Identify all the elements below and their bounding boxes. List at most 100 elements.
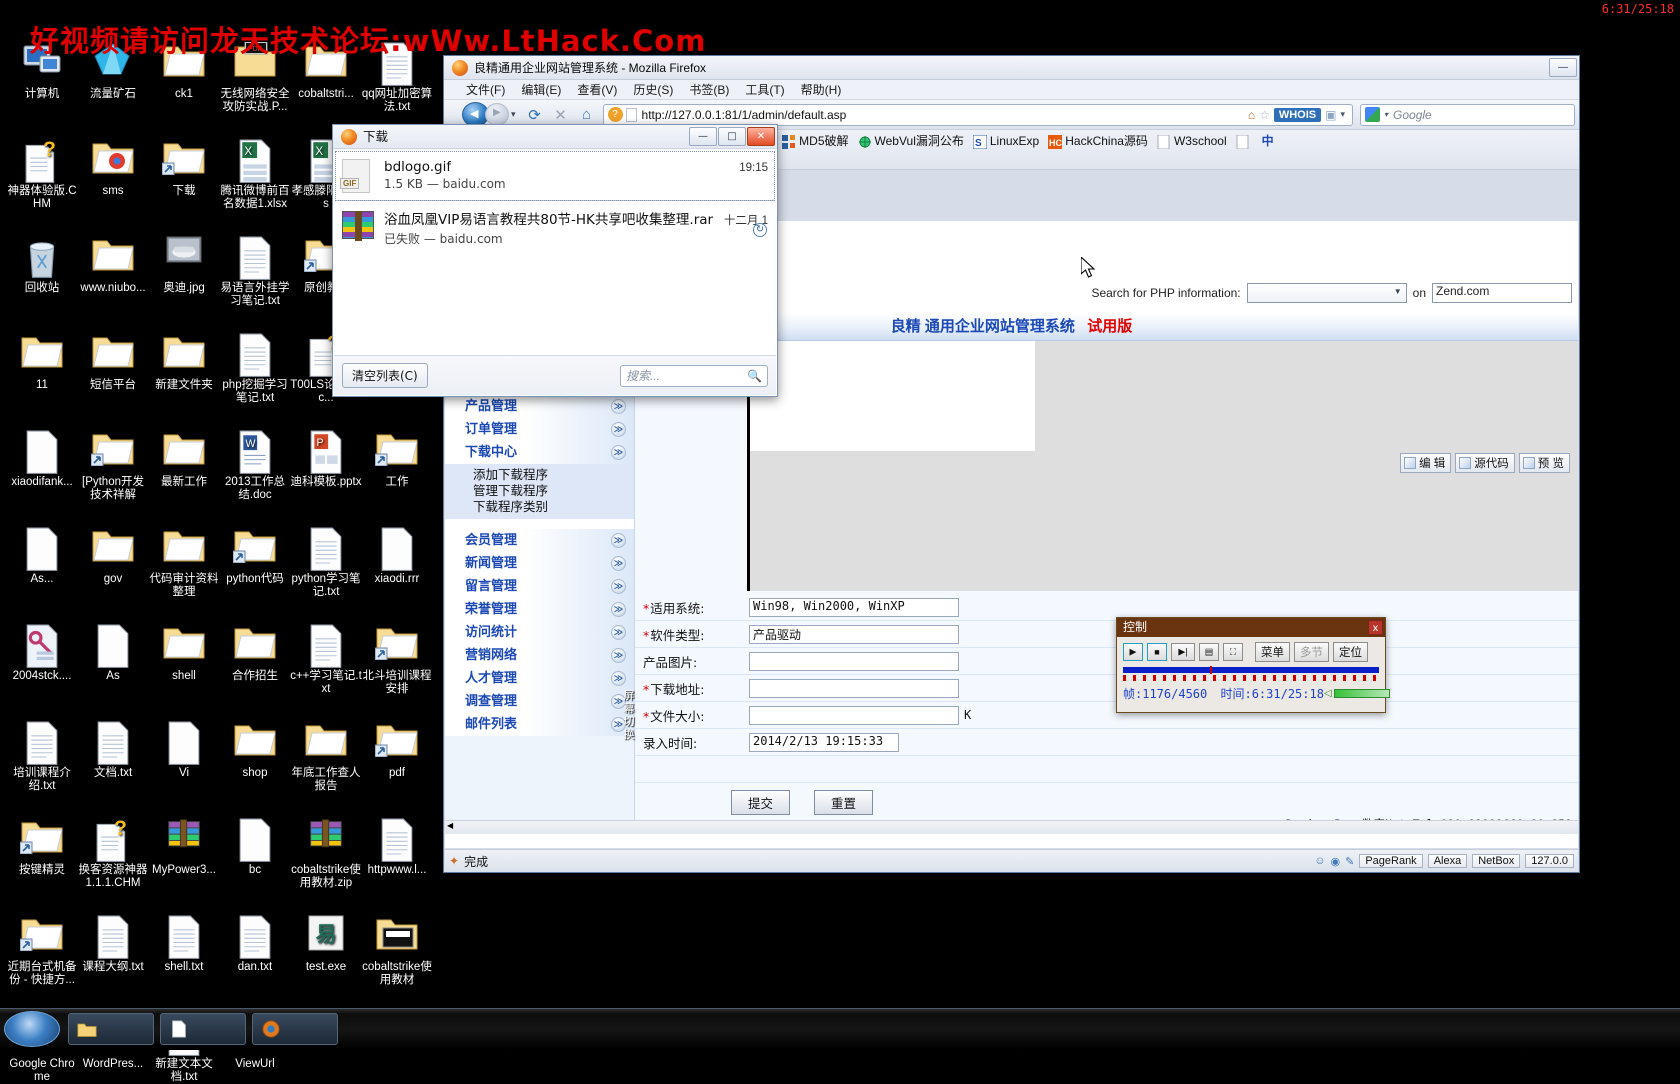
menu-文件f[interactable]: 文件(F) <box>466 83 505 97</box>
search-engine-chevron-icon[interactable]: ▾ <box>1384 110 1388 119</box>
reset-button[interactable]: 重置 <box>814 790 873 815</box>
chevron-down-icon[interactable]: ≫ <box>611 422 626 437</box>
fullscreen-button[interactable]: ⛶ <box>1223 643 1243 661</box>
desktop-icon[interactable]: X腾讯微博前百名数据1.xlsx <box>219 137 291 211</box>
stop-icon[interactable]: ✕ <box>548 106 574 124</box>
desktop-icon[interactable]: 11 <box>6 331 78 392</box>
status-right[interactable]: ☺◉✎PageRankAlexaNetBox127.0.0 <box>1314 854 1574 868</box>
desktop-icon[interactable]: 合作招生 <box>219 622 291 683</box>
downloads-list[interactable]: bdlogo.gif19:151.5 KB — baidu.com浴血凤凰VIP… <box>334 150 776 355</box>
bookmark-WebVul漏洞公布[interactable]: WebVul漏洞公布 <box>858 132 964 151</box>
desktop-icon[interactable]: 易语言外挂学习笔记.txt <box>219 234 291 308</box>
retry-icon[interactable]: ↻ <box>753 223 767 237</box>
firefox-menubar[interactable]: 文件(F)编辑(E)查看(V)历史(S)书签(B)工具(T)帮助(H) <box>444 80 1579 100</box>
bookmark-LinuxExp[interactable]: SLinuxExp <box>973 132 1039 151</box>
screen-button[interactable]: ▤ <box>1199 643 1219 661</box>
desktop-icon[interactable]: cobaltstrike使用教材 <box>361 913 433 987</box>
desktop-icon[interactable]: ?神器体验版.CHM <box>6 137 78 211</box>
submenu-item-0[interactable]: 添加下载程序 <box>473 467 634 483</box>
desktop-icon[interactable]: shell <box>148 622 220 683</box>
sidebar-item-11[interactable]: 人才管理≫ <box>445 667 634 690</box>
menu-帮助h[interactable]: 帮助(H) <box>801 83 842 97</box>
desktop-icon[interactable]: 文档.txt <box>77 719 149 780</box>
desktop-icon[interactable]: httpwww.l... <box>361 816 433 877</box>
status-icon[interactable]: ◉ <box>1330 855 1340 868</box>
sidebar-item-10[interactable]: 营销网络≫ <box>445 644 634 667</box>
desktop-icon[interactable]: sms <box>77 137 149 198</box>
sidebar-item-2[interactable]: 产品管理≫ <box>445 395 634 418</box>
desktop-icon[interactable]: 回收站 <box>6 234 78 295</box>
editor-tab-1[interactable]: 源代码 <box>1455 453 1515 473</box>
sidebar-item-12[interactable]: 调查管理≫ <box>445 690 634 713</box>
downloads-footer[interactable]: 清空列表(C) 搜索... 🔍 <box>334 355 776 395</box>
volume-control[interactable]: ◁ <box>1324 688 1390 699</box>
multi-button[interactable]: 多节 <box>1294 642 1329 662</box>
desktop-icon[interactable]: ?换客资源神器1.1.1.CHM <box>77 816 149 890</box>
desktop-icon[interactable]: 工作 <box>361 428 433 489</box>
download-item-0[interactable]: bdlogo.gif19:151.5 KB — baidu.com <box>336 152 774 200</box>
chevron-down-icon[interactable]: ▾ <box>1340 109 1345 120</box>
input-4[interactable] <box>749 706 959 725</box>
status-icon[interactable]: ☺ <box>1314 855 1325 867</box>
scroll-left-arrow[interactable]: ◀ <box>447 821 453 830</box>
player-control-window[interactable]: 控制 x ▶■▶|▤⛶菜单多节定位 帧:1176/4560 时间:6:31/25… <box>1116 617 1386 713</box>
bookmark-star-icon[interactable]: ☆ <box>1259 108 1270 122</box>
submenu-item-1[interactable]: 管理下载程序 <box>473 483 634 499</box>
desktop-icon[interactable]: 培训课程介绍.txt <box>6 719 78 793</box>
taskbar[interactable] <box>0 1008 1680 1050</box>
stop-button[interactable]: ■ <box>1147 643 1167 661</box>
menu-查看v[interactable]: 查看(V) <box>577 83 617 97</box>
bookmark-W3school[interactable]: W3school <box>1157 132 1227 151</box>
desktop-icon[interactable]: dan.txt <box>219 913 291 974</box>
desktop-icon[interactable]: cobaltstrike使用教材.zip <box>290 816 362 890</box>
status-chip-Alexa[interactable]: Alexa <box>1428 854 1468 868</box>
chevron-down-icon[interactable]: ≫ <box>611 579 626 594</box>
volume-slider[interactable] <box>1334 689 1390 698</box>
addon-cube-icon[interactable]: ▣ <box>1325 108 1336 122</box>
reload-icon[interactable]: ⟳ <box>522 106 548 124</box>
desktop-icon[interactable]: 新建文件夹 <box>148 331 220 392</box>
sidebar-item-13[interactable]: 邮件列表≫ <box>445 713 634 736</box>
sidebar-item-9[interactable]: 访问统计≫ <box>445 621 634 644</box>
desktop-icon[interactable]: pdf <box>361 719 433 780</box>
input-5[interactable]: 2014/2/13 19:15:33 <box>749 733 899 752</box>
desktop-icon[interactable]: python代码 <box>219 525 291 586</box>
input-2[interactable] <box>749 652 959 671</box>
maximize-button[interactable]: □ <box>718 127 746 146</box>
input-1[interactable]: 产品驱动 <box>749 625 959 644</box>
desktop-icon[interactable]: MyPower3... <box>148 816 220 877</box>
desktop-icon[interactable]: xiaodi.rrr <box>361 525 433 586</box>
menu-编辑e[interactable]: 编辑(E) <box>521 83 561 97</box>
player-seek-track[interactable] <box>1123 667 1379 683</box>
desktop-icon[interactable]: As... <box>6 525 78 586</box>
chevron-down-icon[interactable]: ≫ <box>611 648 626 663</box>
desktop-icon[interactable]: [Python开发技术祥解 <box>77 428 149 502</box>
menu-历史s[interactable]: 历史(S) <box>633 83 673 97</box>
clear-list-button[interactable]: 清空列表(C) <box>342 363 428 388</box>
start-button[interactable] <box>4 1011 60 1047</box>
play-button[interactable]: ▶ <box>1123 643 1143 661</box>
desktop-icon[interactable]: 代码审计资料整理 <box>148 525 220 599</box>
url-text[interactable]: http://127.0.0.1:81/1/admin/default.asp <box>642 108 1248 122</box>
url-bar[interactable]: ? http://127.0.0.1:81/1/admin/default.as… <box>603 104 1353 126</box>
chevron-down-icon[interactable]: ≫ <box>611 445 626 460</box>
taskbar-item-firefox[interactable] <box>252 1013 338 1045</box>
downloads-search-input[interactable]: 搜索... 🔍 <box>620 365 768 387</box>
taskbar-item-document[interactable] <box>160 1013 246 1045</box>
home-icon[interactable]: ⌂ <box>574 106 600 123</box>
urlbar-actions[interactable]: ⌂ ☆ WHOIS ▣ ▾ <box>1248 108 1348 122</box>
desktop-icon[interactable]: 易test.exe <box>290 913 362 974</box>
home-small-icon[interactable]: ⌂ <box>1248 108 1255 122</box>
desktop-icon[interactable]: 按键精灵 <box>6 816 78 877</box>
desktop-icon[interactable]: bc <box>219 816 291 877</box>
chevron-down-icon[interactable]: ▾ <box>511 109 516 120</box>
input-0[interactable]: Win98, Win2000, WinXP <box>749 598 959 617</box>
chevron-down-icon[interactable]: ≫ <box>611 533 626 548</box>
minimize-button[interactable]: — <box>1549 58 1577 77</box>
zend-search-row[interactable]: Search for PHP information: on Zend.com <box>1091 283 1572 303</box>
desktop-icon[interactable]: 近期台式机备份 - 快捷方... <box>6 913 78 987</box>
menu-书签b[interactable]: 书签(B) <box>689 83 729 97</box>
editor-tab-2[interactable]: 预 览 <box>1519 453 1570 473</box>
desktop-icon[interactable]: 课程大纲.txt <box>77 913 149 974</box>
desktop-icon[interactable]: php挖掘学习笔记.txt <box>219 331 291 405</box>
